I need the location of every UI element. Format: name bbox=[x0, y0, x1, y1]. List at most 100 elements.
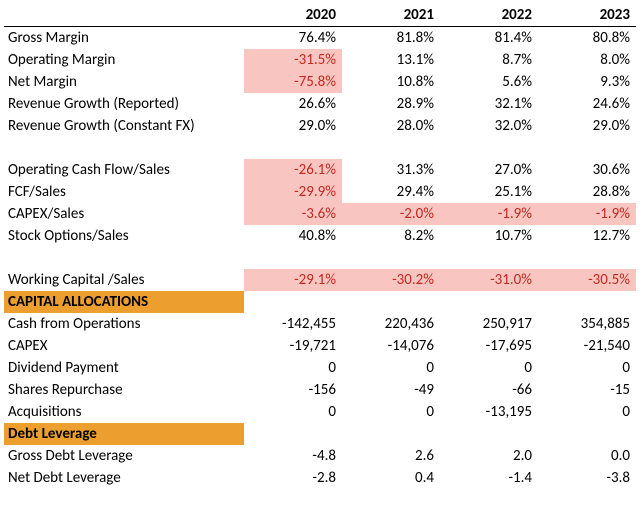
cell-value: 10.8% bbox=[342, 71, 440, 93]
cell-value: 0 bbox=[244, 357, 342, 379]
table-row: Debt Leverage bbox=[4, 423, 636, 445]
header-year: 2021 bbox=[342, 4, 440, 27]
cell-value: -2.8 bbox=[244, 467, 342, 489]
table-row: Working Capital /Sales-29.1%-30.2%-31.0%… bbox=[4, 269, 636, 291]
table-row bbox=[4, 247, 636, 269]
table-row: Gross Debt Leverage-4.82.62.00.0 bbox=[4, 445, 636, 467]
cell-value: 31.3% bbox=[342, 159, 440, 181]
row-label: Net Margin bbox=[4, 71, 244, 93]
table-row: CAPEX-19,721-14,076-17,695-21,540 bbox=[4, 335, 636, 357]
cell-value: -29.1% bbox=[244, 269, 342, 291]
row-label: CAPEX/Sales bbox=[4, 203, 244, 225]
cell-value: 0 bbox=[342, 401, 440, 423]
header-year: 2022 bbox=[440, 4, 538, 27]
cell-value: 2.0 bbox=[440, 445, 538, 467]
cell-value: 10.7% bbox=[440, 225, 538, 247]
cell-value: -49 bbox=[342, 379, 440, 401]
cell-value: 354,885 bbox=[538, 313, 636, 335]
table-row: Operating Cash Flow/Sales-26.1%31.3%27.0… bbox=[4, 159, 636, 181]
cell-value: -1.9% bbox=[538, 203, 636, 225]
cell-value: -19,721 bbox=[244, 335, 342, 357]
row-label: Working Capital /Sales bbox=[4, 269, 244, 291]
cell-value: 28.0% bbox=[342, 115, 440, 137]
row-label: Acquisitions bbox=[4, 401, 244, 423]
cell-value: -21,540 bbox=[538, 335, 636, 357]
cell-value: -13,195 bbox=[440, 401, 538, 423]
cell-value: -3.6% bbox=[244, 203, 342, 225]
cell-value: 29.0% bbox=[538, 115, 636, 137]
table-row: CAPEX/Sales-3.6%-2.0%-1.9%-1.9% bbox=[4, 203, 636, 225]
cell-value: 8.7% bbox=[440, 49, 538, 71]
cell-value: -30.2% bbox=[342, 269, 440, 291]
cell-value: 12.7% bbox=[538, 225, 636, 247]
row-label: Operating Cash Flow/Sales bbox=[4, 159, 244, 181]
row-label: CAPEX bbox=[4, 335, 244, 357]
cell-value: -75.8% bbox=[244, 71, 342, 93]
table-row: Dividend Payment0000 bbox=[4, 357, 636, 379]
cell-value: 30.6% bbox=[538, 159, 636, 181]
cell-value: 25.1% bbox=[440, 181, 538, 203]
section-header: Debt Leverage bbox=[4, 423, 244, 445]
table-row: Cash from Operations-142,455220,436250,9… bbox=[4, 313, 636, 335]
cell-value: 13.1% bbox=[342, 49, 440, 71]
table-row: Net Margin-75.8%10.8%5.6%9.3% bbox=[4, 71, 636, 93]
cell-value: 0.4 bbox=[342, 467, 440, 489]
row-label: Revenue Growth (Reported) bbox=[4, 93, 244, 115]
cell-value: 80.8% bbox=[538, 27, 636, 50]
cell-value: -3.8 bbox=[538, 467, 636, 489]
cell-value: -156 bbox=[244, 379, 342, 401]
cell-value: 9.3% bbox=[538, 71, 636, 93]
table-row bbox=[4, 137, 636, 159]
cell-value: -1.4 bbox=[440, 467, 538, 489]
row-label: Net Debt Leverage bbox=[4, 467, 244, 489]
cell-value: 0 bbox=[440, 357, 538, 379]
row-label: Operating Margin bbox=[4, 49, 244, 71]
cell-value: -4.8 bbox=[244, 445, 342, 467]
financial-table: 2020 2021 2022 2023 Gross Margin76.4%81.… bbox=[4, 4, 636, 489]
cell-value: -2.0% bbox=[342, 203, 440, 225]
cell-value: 81.8% bbox=[342, 27, 440, 50]
cell-value: -66 bbox=[440, 379, 538, 401]
cell-value: -1.9% bbox=[440, 203, 538, 225]
cell-value: 0 bbox=[244, 401, 342, 423]
cell-value: 24.6% bbox=[538, 93, 636, 115]
cell-value: 0 bbox=[342, 357, 440, 379]
header-blank bbox=[4, 4, 244, 27]
cell-value: -14,076 bbox=[342, 335, 440, 357]
cell-value: 8.0% bbox=[538, 49, 636, 71]
table-row: Revenue Growth (Reported)26.6%28.9%32.1%… bbox=[4, 93, 636, 115]
table-row: Gross Margin76.4%81.8%81.4%80.8% bbox=[4, 27, 636, 50]
row-label: Stock Options/Sales bbox=[4, 225, 244, 247]
cell-value: 220,436 bbox=[342, 313, 440, 335]
cell-value: 8.2% bbox=[342, 225, 440, 247]
table-row: Net Debt Leverage-2.80.4-1.4-3.8 bbox=[4, 467, 636, 489]
row-label: Gross Margin bbox=[4, 27, 244, 50]
header-year: 2020 bbox=[244, 4, 342, 27]
cell-value: -15 bbox=[538, 379, 636, 401]
cell-value: 2.6 bbox=[342, 445, 440, 467]
cell-value: 29.0% bbox=[244, 115, 342, 137]
cell-value: -29.9% bbox=[244, 181, 342, 203]
cell-value: 26.6% bbox=[244, 93, 342, 115]
row-label: Dividend Payment bbox=[4, 357, 244, 379]
cell-value: 27.0% bbox=[440, 159, 538, 181]
cell-value: 32.1% bbox=[440, 93, 538, 115]
cell-value: 0 bbox=[538, 357, 636, 379]
cell-value: -30.5% bbox=[538, 269, 636, 291]
table-row: Stock Options/Sales40.8%8.2%10.7%12.7% bbox=[4, 225, 636, 247]
cell-value: 28.9% bbox=[342, 93, 440, 115]
header-row: 2020 2021 2022 2023 bbox=[4, 4, 636, 27]
cell-value: 40.8% bbox=[244, 225, 342, 247]
cell-value: -31.0% bbox=[440, 269, 538, 291]
table-row: Acquisitions00-13,1950 bbox=[4, 401, 636, 423]
table-row: Revenue Growth (Constant FX)29.0%28.0%32… bbox=[4, 115, 636, 137]
row-label: Gross Debt Leverage bbox=[4, 445, 244, 467]
cell-value: 29.4% bbox=[342, 181, 440, 203]
row-label: Cash from Operations bbox=[4, 313, 244, 335]
cell-value: 32.0% bbox=[440, 115, 538, 137]
row-label: FCF/Sales bbox=[4, 181, 244, 203]
cell-value: 81.4% bbox=[440, 27, 538, 50]
cell-value: -31.5% bbox=[244, 49, 342, 71]
cell-value: 250,917 bbox=[440, 313, 538, 335]
row-label: Revenue Growth (Constant FX) bbox=[4, 115, 244, 137]
